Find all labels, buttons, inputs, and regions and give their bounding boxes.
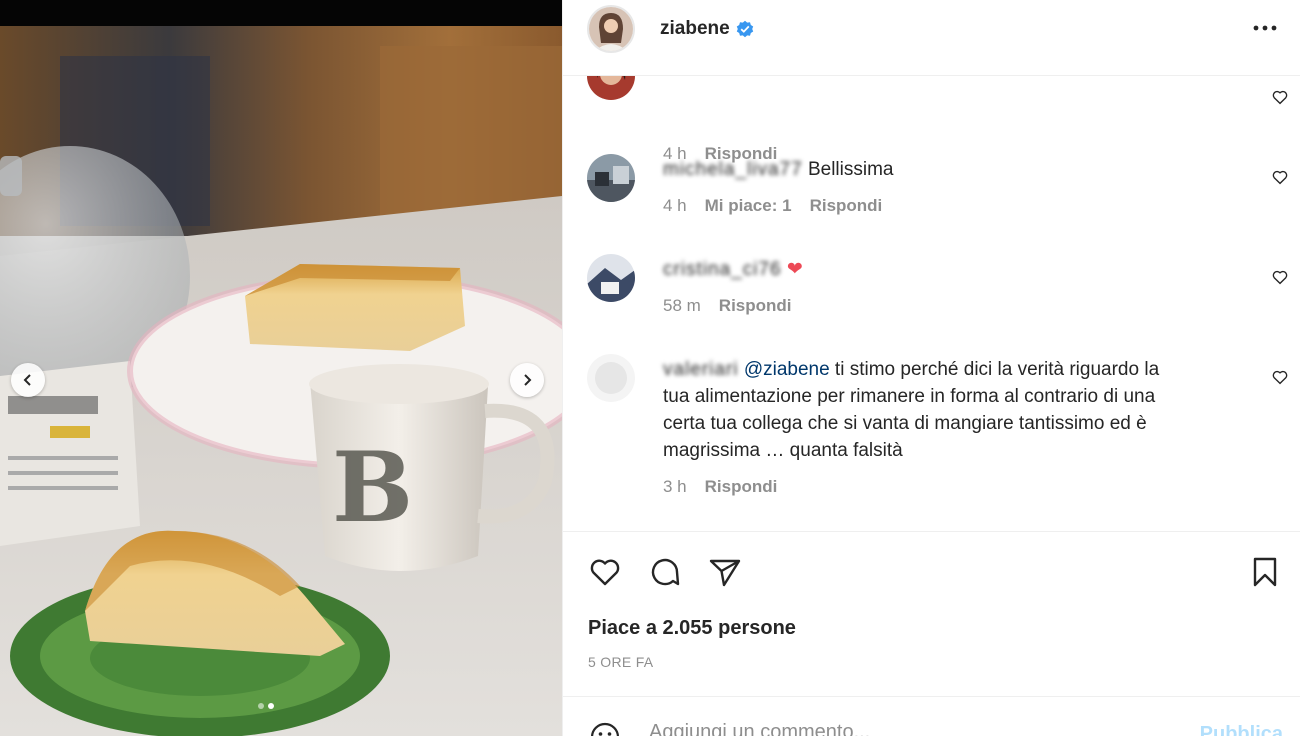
comment-input[interactable] xyxy=(649,721,1169,736)
avatar[interactable] xyxy=(587,254,635,302)
post-username[interactable]: ziabene xyxy=(660,18,754,40)
avatar[interactable] xyxy=(587,76,635,100)
comment-time: 3 h xyxy=(663,477,687,496)
comment-body-line: certa tua collega che si vanta di mangia… xyxy=(663,413,1147,434)
media-top-bar xyxy=(0,0,562,26)
commenter-username[interactable]: cristina_ci76 xyxy=(663,259,782,280)
list-item: cristina_ci76 ❤ 58 m Rispondi xyxy=(563,254,1300,354)
post-panel: ziabene annaclaudia ♥ ♥ ♥ xyxy=(562,0,1300,736)
post-header: ziabene xyxy=(563,0,1300,76)
comment-meta: 58 m Rispondi xyxy=(663,296,792,316)
comment-body-line: magrissima … quanta falsità xyxy=(663,440,903,461)
post-media[interactable]: B xyxy=(0,0,562,736)
post-actions: Piace a 2.055 persone 5 ORE FA xyxy=(563,531,1300,696)
mention-link[interactable]: @ziabene xyxy=(744,359,830,380)
heart-icon[interactable] xyxy=(1271,368,1289,386)
comment-time: 4 h xyxy=(663,196,687,215)
comments-list[interactable]: annaclaudia ♥ ♥ ♥ ♥ 4 h Rispondi xyxy=(563,76,1300,531)
avatar[interactable] xyxy=(587,154,635,202)
verified-badge-icon xyxy=(736,20,753,38)
comment-meta: 4 h Mi piace: 1 Rispondi xyxy=(663,196,882,216)
commenter-photo xyxy=(587,76,635,100)
username-text[interactable]: ziabene xyxy=(660,18,730,40)
heart-icon[interactable] xyxy=(1271,268,1289,286)
post-comment-button[interactable]: Pubblica xyxy=(1200,723,1283,736)
reply-button[interactable]: Rispondi xyxy=(719,296,792,316)
avatar[interactable] xyxy=(587,5,635,53)
heart-icon[interactable] xyxy=(1271,88,1289,106)
profile-photo xyxy=(589,7,633,51)
carousel-prev-button[interactable] xyxy=(11,363,45,397)
comment-body-line: tua alimentazione per rimanere in forma … xyxy=(663,386,1156,407)
svg-text:B: B xyxy=(332,431,413,544)
post-timestamp: 5 ORE FA xyxy=(588,654,654,670)
commenter-photo xyxy=(587,354,635,402)
comment-time: 58 m xyxy=(663,296,701,315)
commenter-username[interactable]: valeriari xyxy=(663,359,739,380)
carousel-next-button[interactable] xyxy=(510,363,544,397)
likes-count[interactable]: Piace a 2.055 persone xyxy=(588,617,796,640)
list-item: michela_liva77 Bellissima 4 h Mi piace: … xyxy=(563,154,1300,254)
commenter-username[interactable]: michela_liva77 xyxy=(663,159,803,180)
commenter-photo xyxy=(587,154,635,202)
emoji-smile-icon[interactable] xyxy=(587,719,623,736)
comment-body-line: ti stimo perché dici la verità riguardo … xyxy=(829,359,1160,380)
list-item: valeriari @ziabene ti stimo perché dici … xyxy=(563,354,1300,514)
reply-button[interactable]: Rispondi xyxy=(810,196,883,216)
avatar[interactable] xyxy=(587,354,635,402)
comment-emoji: ❤ xyxy=(786,259,803,280)
comment-body: Bellissima xyxy=(807,159,894,180)
heart-icon[interactable] xyxy=(1271,168,1289,186)
reply-button[interactable]: Rispondi xyxy=(705,477,778,497)
bookmark-icon[interactable] xyxy=(1247,554,1283,590)
carousel-dots xyxy=(258,703,274,709)
chevron-right-icon xyxy=(524,374,532,386)
commenter-photo xyxy=(587,254,635,302)
comment-text: valeriari @ziabene ti stimo perché dici … xyxy=(663,356,1233,464)
chevron-left-icon xyxy=(23,374,31,386)
more-horizontal-icon[interactable] xyxy=(1251,18,1279,38)
add-comment-bar: Pubblica xyxy=(563,696,1300,736)
comment-icon[interactable] xyxy=(647,554,683,590)
carousel-dot xyxy=(258,703,264,709)
post-photo: B xyxy=(0,26,562,736)
heart-outline-icon[interactable] xyxy=(587,554,623,590)
carousel-dot-active xyxy=(268,703,274,709)
comment-text: michela_liva77 Bellissima xyxy=(663,156,1233,183)
comment-text: cristina_ci76 ❤ xyxy=(663,256,1233,283)
comment-likes[interactable]: Mi piace: 1 xyxy=(705,196,792,216)
list-item: annaclaudia ♥ ♥ ♥ ♥ 4 h Rispondi xyxy=(563,76,1300,163)
comment-meta: 3 h Rispondi xyxy=(663,477,777,497)
send-icon[interactable] xyxy=(707,554,743,590)
